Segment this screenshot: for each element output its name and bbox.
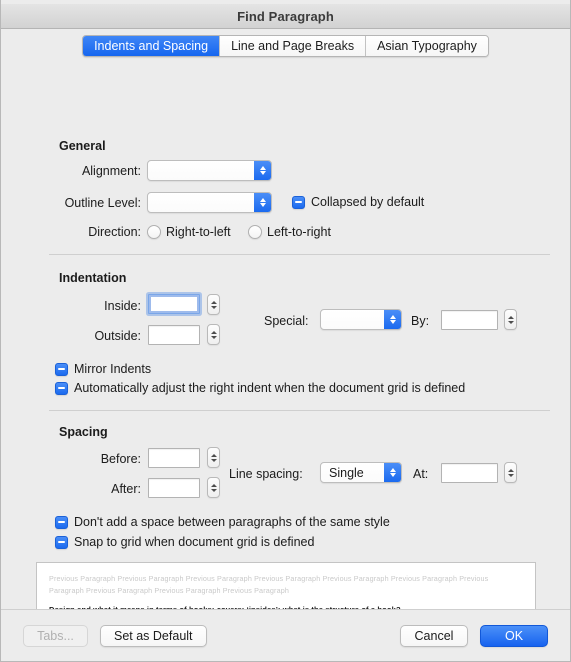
radio-unselected-icon [248, 225, 262, 239]
by-stepper[interactable] [504, 309, 517, 330]
alignment-popup[interactable] [147, 160, 272, 181]
dialog-titlebar: Find Paragraph [1, 4, 570, 29]
after-stepper[interactable] [207, 477, 220, 498]
stepper-down-icon [210, 458, 217, 462]
set-as-default-button[interactable]: Set as Default [100, 624, 207, 647]
stepper-up-icon [507, 315, 514, 319]
tab-line-and-page-breaks[interactable]: Line and Page Breaks [219, 35, 366, 56]
by-label: By: [411, 314, 430, 328]
direction-label: Direction: [88, 225, 141, 239]
at-label: At: [413, 467, 429, 481]
stepper-down-icon [210, 305, 217, 309]
at-input[interactable] [441, 463, 498, 483]
cancel-button[interactable]: Cancel [400, 624, 468, 647]
stepper-up-icon [210, 330, 217, 334]
line-spacing-popup[interactable]: Single [320, 462, 402, 483]
indentation-section-heading: Indentation [59, 271, 127, 285]
by-input[interactable] [441, 310, 498, 330]
stepper-down-icon [210, 488, 217, 492]
inside-input[interactable] [148, 294, 200, 314]
radio-left-to-right[interactable]: Left-to-right [248, 225, 331, 239]
stepper-up-icon [210, 483, 217, 487]
stepper-down-icon [507, 320, 514, 324]
line-spacing-label: Line spacing: [229, 467, 303, 481]
checkbox-mixed-icon [55, 381, 68, 395]
dialog-title: Find Paragraph [237, 8, 334, 24]
stepper-up-icon [210, 300, 217, 304]
dialog-button-bar: Tabs... Set as Default Cancel OK [1, 609, 570, 661]
at-stepper[interactable] [504, 462, 517, 483]
dont-add-space-checkbox[interactable]: Don't add a space between paragraphs of … [55, 515, 390, 529]
preview-previous-paragraph: Previous Paragraph Previous Paragraph Pr… [49, 574, 489, 595]
radio-unselected-icon [147, 225, 161, 239]
outline-level-popup[interactable] [147, 192, 272, 213]
alignment-label: Alignment: [81, 164, 141, 178]
checkbox-mixed-icon [55, 535, 68, 549]
chevron-updown-icon [384, 463, 401, 482]
stepper-up-icon [210, 453, 217, 457]
dont-add-space-label: Don't add a space between paragraphs of … [74, 515, 390, 529]
auto-adjust-right-indent-checkbox[interactable]: Automatically adjust the right indent wh… [55, 381, 465, 395]
mirror-indents-label: Mirror Indents [74, 362, 152, 376]
outside-stepper[interactable] [207, 324, 220, 345]
right-to-left-label: Right-to-left [166, 225, 231, 239]
tab-indents-and-spacing[interactable]: Indents and Spacing [83, 35, 220, 56]
snap-to-grid-label: Snap to grid when document grid is defin… [74, 535, 315, 549]
tabs-button[interactable]: Tabs... [23, 624, 88, 647]
collapsed-by-default-label: Collapsed by default [311, 195, 425, 209]
divider-general-indentation [49, 254, 550, 255]
stepper-down-icon [210, 335, 217, 339]
outside-label: Outside: [94, 329, 141, 343]
before-stepper[interactable] [207, 447, 220, 468]
special-label: Special: [264, 314, 309, 328]
checkbox-mixed-icon [55, 515, 68, 529]
stepper-down-icon [507, 473, 514, 477]
before-input[interactable] [148, 448, 200, 468]
checkbox-mixed-icon [55, 362, 68, 376]
outline-level-label: Outline Level: [64, 196, 141, 210]
tab-bar: Indents and Spacing Line and Page Breaks… [1, 29, 570, 62]
chevron-updown-icon [254, 161, 271, 180]
collapsed-by-default-checkbox[interactable]: Collapsed by default [292, 195, 424, 209]
outside-input[interactable] [148, 325, 200, 345]
tab-asian-typography[interactable]: Asian Typography [365, 35, 488, 56]
radio-right-to-left[interactable]: Right-to-left [147, 225, 231, 239]
line-spacing-popup-value: Single [329, 465, 364, 480]
snap-to-grid-checkbox[interactable]: Snap to grid when document grid is defin… [55, 535, 314, 549]
divider-indentation-spacing [49, 410, 550, 411]
chevron-updown-icon [254, 193, 271, 212]
left-to-right-label: Left-to-right [267, 225, 331, 239]
before-label: Before: [100, 452, 141, 466]
special-popup[interactable] [320, 309, 402, 330]
inside-label: Inside: [104, 299, 141, 313]
ok-button[interactable]: OK [480, 624, 548, 647]
inside-stepper[interactable] [207, 294, 220, 315]
tab-content-indents-and-spacing: General Alignment: Outline Level: Collap… [1, 62, 570, 647]
auto-adjust-right-indent-label: Automatically adjust the right indent wh… [74, 381, 466, 395]
checkbox-mixed-icon [292, 195, 305, 209]
after-label: After: [111, 482, 141, 496]
general-section-heading: General [59, 139, 106, 153]
find-paragraph-dialog: Find Paragraph Indents and Spacing Line … [0, 0, 571, 662]
after-input[interactable] [148, 478, 200, 498]
mirror-indents-checkbox[interactable]: Mirror Indents [55, 362, 151, 376]
chevron-updown-icon [384, 310, 401, 329]
spacing-section-heading: Spacing [59, 425, 108, 439]
stepper-up-icon [507, 468, 514, 472]
